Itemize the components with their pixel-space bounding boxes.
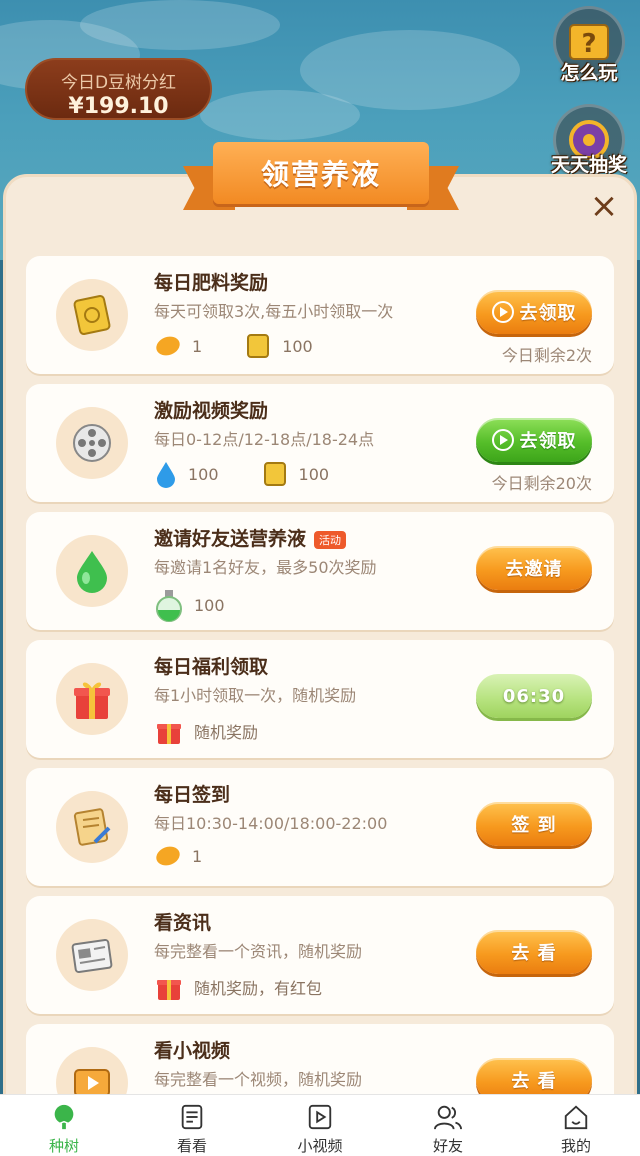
nav-label: 好友 xyxy=(432,1137,463,1155)
home-icon xyxy=(564,1105,588,1130)
video-icon xyxy=(308,1104,332,1130)
task-rewards: 100 xyxy=(154,588,267,622)
dividend-label: 今日D豆树分红 xyxy=(60,73,177,93)
nav-item-profile[interactable]: 我的 xyxy=(512,1095,640,1156)
gift-icon xyxy=(157,980,181,1000)
task-description: 每天可领取3次,每五小时领取一次 xyxy=(154,302,394,321)
how-to-play-button[interactable]: ? 怎么玩 xyxy=(549,6,629,84)
task-title: 看资讯 xyxy=(154,912,212,934)
task-description: 每1小时领取一次，随机奖励 xyxy=(154,686,357,705)
reward-value: 100 xyxy=(298,464,330,484)
task-item-daily-welfare: 每日福利领取 每1小时领取一次，随机奖励 随机奖励 06:30 xyxy=(26,640,614,758)
panel-title: 领营养液 xyxy=(260,158,381,191)
close-icon[interactable]: × xyxy=(588,189,620,223)
bean-icon xyxy=(156,336,180,356)
task-title: 每日肥料奖励 xyxy=(154,272,269,294)
reward-value: 随机奖励 xyxy=(194,723,259,742)
daily-lottery-button[interactable]: 天天抽奖 xyxy=(549,104,629,176)
claim-button-label: 去领取 xyxy=(519,431,577,452)
nav-item-short-video[interactable]: 小视频 xyxy=(256,1095,384,1156)
claim-button[interactable]: 去领取 xyxy=(476,418,592,462)
nutrient-bottle-icon xyxy=(156,590,182,622)
green-drop-icon xyxy=(56,535,128,607)
task-title: 邀请好友送营养液 活动 xyxy=(154,524,347,551)
task-title-text: 邀请好友送营养液 xyxy=(154,528,307,550)
gift-icon xyxy=(157,724,181,744)
claim-button-label: 去领取 xyxy=(519,303,577,324)
task-item-read-news: 看资讯 每完整看一个资讯，随机奖励 随机奖励，有红包 去 看 xyxy=(26,896,614,1014)
film-reel-icon xyxy=(56,407,128,479)
task-description: 每完整看一个视频，随机奖励 xyxy=(154,1070,363,1089)
task-list: 每日肥料奖励 每天可领取3次,每五小时领取一次 1 100 去领取 今日剩余2次 xyxy=(26,256,614,1152)
task-item-video-reward: 激励视频奖励 每日0-12点/12-18点/18-24点 100 100 去领取… xyxy=(26,384,614,502)
task-rewards: 1 100 xyxy=(154,332,355,360)
reward-value: 1 xyxy=(192,846,203,866)
dividend-amount: ¥199.10 xyxy=(68,94,169,119)
tree-icon xyxy=(54,1104,74,1130)
nav-label: 看看 xyxy=(176,1137,207,1155)
task-item-daily-fertilizer: 每日肥料奖励 每天可领取3次,每五小时领取一次 1 100 去领取 今日剩余2次 xyxy=(26,256,614,374)
panel-title-ribbon: 领营养液 xyxy=(183,138,459,212)
task-rewards: 随机奖励 xyxy=(154,716,300,746)
nav-item-friends[interactable]: 好友 xyxy=(384,1095,512,1156)
how-to-play-label: 怎么玩 xyxy=(560,62,618,84)
reward-value: 100 xyxy=(194,595,225,615)
task-title: 激励视频奖励 xyxy=(154,400,269,422)
svg-text:?: ? xyxy=(581,29,596,59)
water-drop-icon xyxy=(157,462,175,488)
fertilizer-bag-icon xyxy=(56,279,128,351)
reward-value: 100 xyxy=(282,336,313,356)
friends-icon xyxy=(434,1105,462,1130)
fertilizer-bag-icon xyxy=(247,334,270,358)
nav-label: 我的 xyxy=(560,1137,591,1155)
bottom-navigation: 种树 看看 小视频 好友 我的 xyxy=(0,1094,640,1156)
task-item-daily-checkin: 每日签到 每日10:30-14:00/18:00-22:00 1 签 到 xyxy=(26,768,614,886)
task-description: 每日0-12点/12-18点/18-24点 xyxy=(154,430,375,449)
countdown-button[interactable]: 06:30 xyxy=(476,674,592,718)
task-item-invite-friends: 邀请好友送营养液 活动 每邀请1名好友，最多50次奖励 100 去邀请 xyxy=(26,512,614,630)
watch-news-button[interactable]: 去 看 xyxy=(476,930,592,974)
task-description: 每日10:30-14:00/18:00-22:00 xyxy=(154,814,388,833)
task-rewards: 100 100 xyxy=(154,460,371,488)
checkin-button[interactable]: 签 到 xyxy=(476,802,592,846)
fertilizer-bag-icon xyxy=(263,462,286,486)
nav-label: 种树 xyxy=(48,1137,79,1155)
reward-value: 100 xyxy=(188,464,219,484)
nav-item-plant-tree[interactable]: 种树 xyxy=(0,1095,128,1156)
bean-icon xyxy=(156,846,180,866)
task-rewards: 1 xyxy=(154,844,244,868)
activity-tag: 活动 xyxy=(314,530,347,549)
checkin-note-icon xyxy=(56,791,128,863)
reward-value: 1 xyxy=(192,336,203,356)
article-icon xyxy=(181,1104,203,1130)
task-description: 每完整看一个资讯，随机奖励 xyxy=(154,942,363,961)
invite-button[interactable]: 去邀请 xyxy=(476,546,592,590)
task-title: 每日签到 xyxy=(154,784,231,806)
claim-button[interactable]: 去领取 xyxy=(476,290,592,334)
gift-box-icon xyxy=(56,663,128,735)
task-title: 每日福利领取 xyxy=(154,656,269,678)
remaining-count: 今日剩余20次 xyxy=(491,474,592,493)
nav-label: 小视频 xyxy=(297,1137,343,1155)
task-rewards: 随机奖励，有红包 xyxy=(154,972,364,1002)
task-description: 每邀请1名好友，最多50次奖励 xyxy=(154,558,377,577)
play-icon xyxy=(491,301,514,323)
nav-item-read[interactable]: 看看 xyxy=(128,1095,256,1156)
task-title: 看小视频 xyxy=(154,1040,231,1062)
daily-lottery-label: 天天抽奖 xyxy=(550,154,627,176)
reward-value: 随机奖励，有红包 xyxy=(194,979,323,998)
dividend-badge[interactable]: 今日D豆树分红 ¥199.10 xyxy=(25,58,212,120)
newspaper-icon xyxy=(56,919,128,991)
play-icon xyxy=(491,429,514,451)
remaining-count: 今日剩余2次 xyxy=(501,346,592,365)
